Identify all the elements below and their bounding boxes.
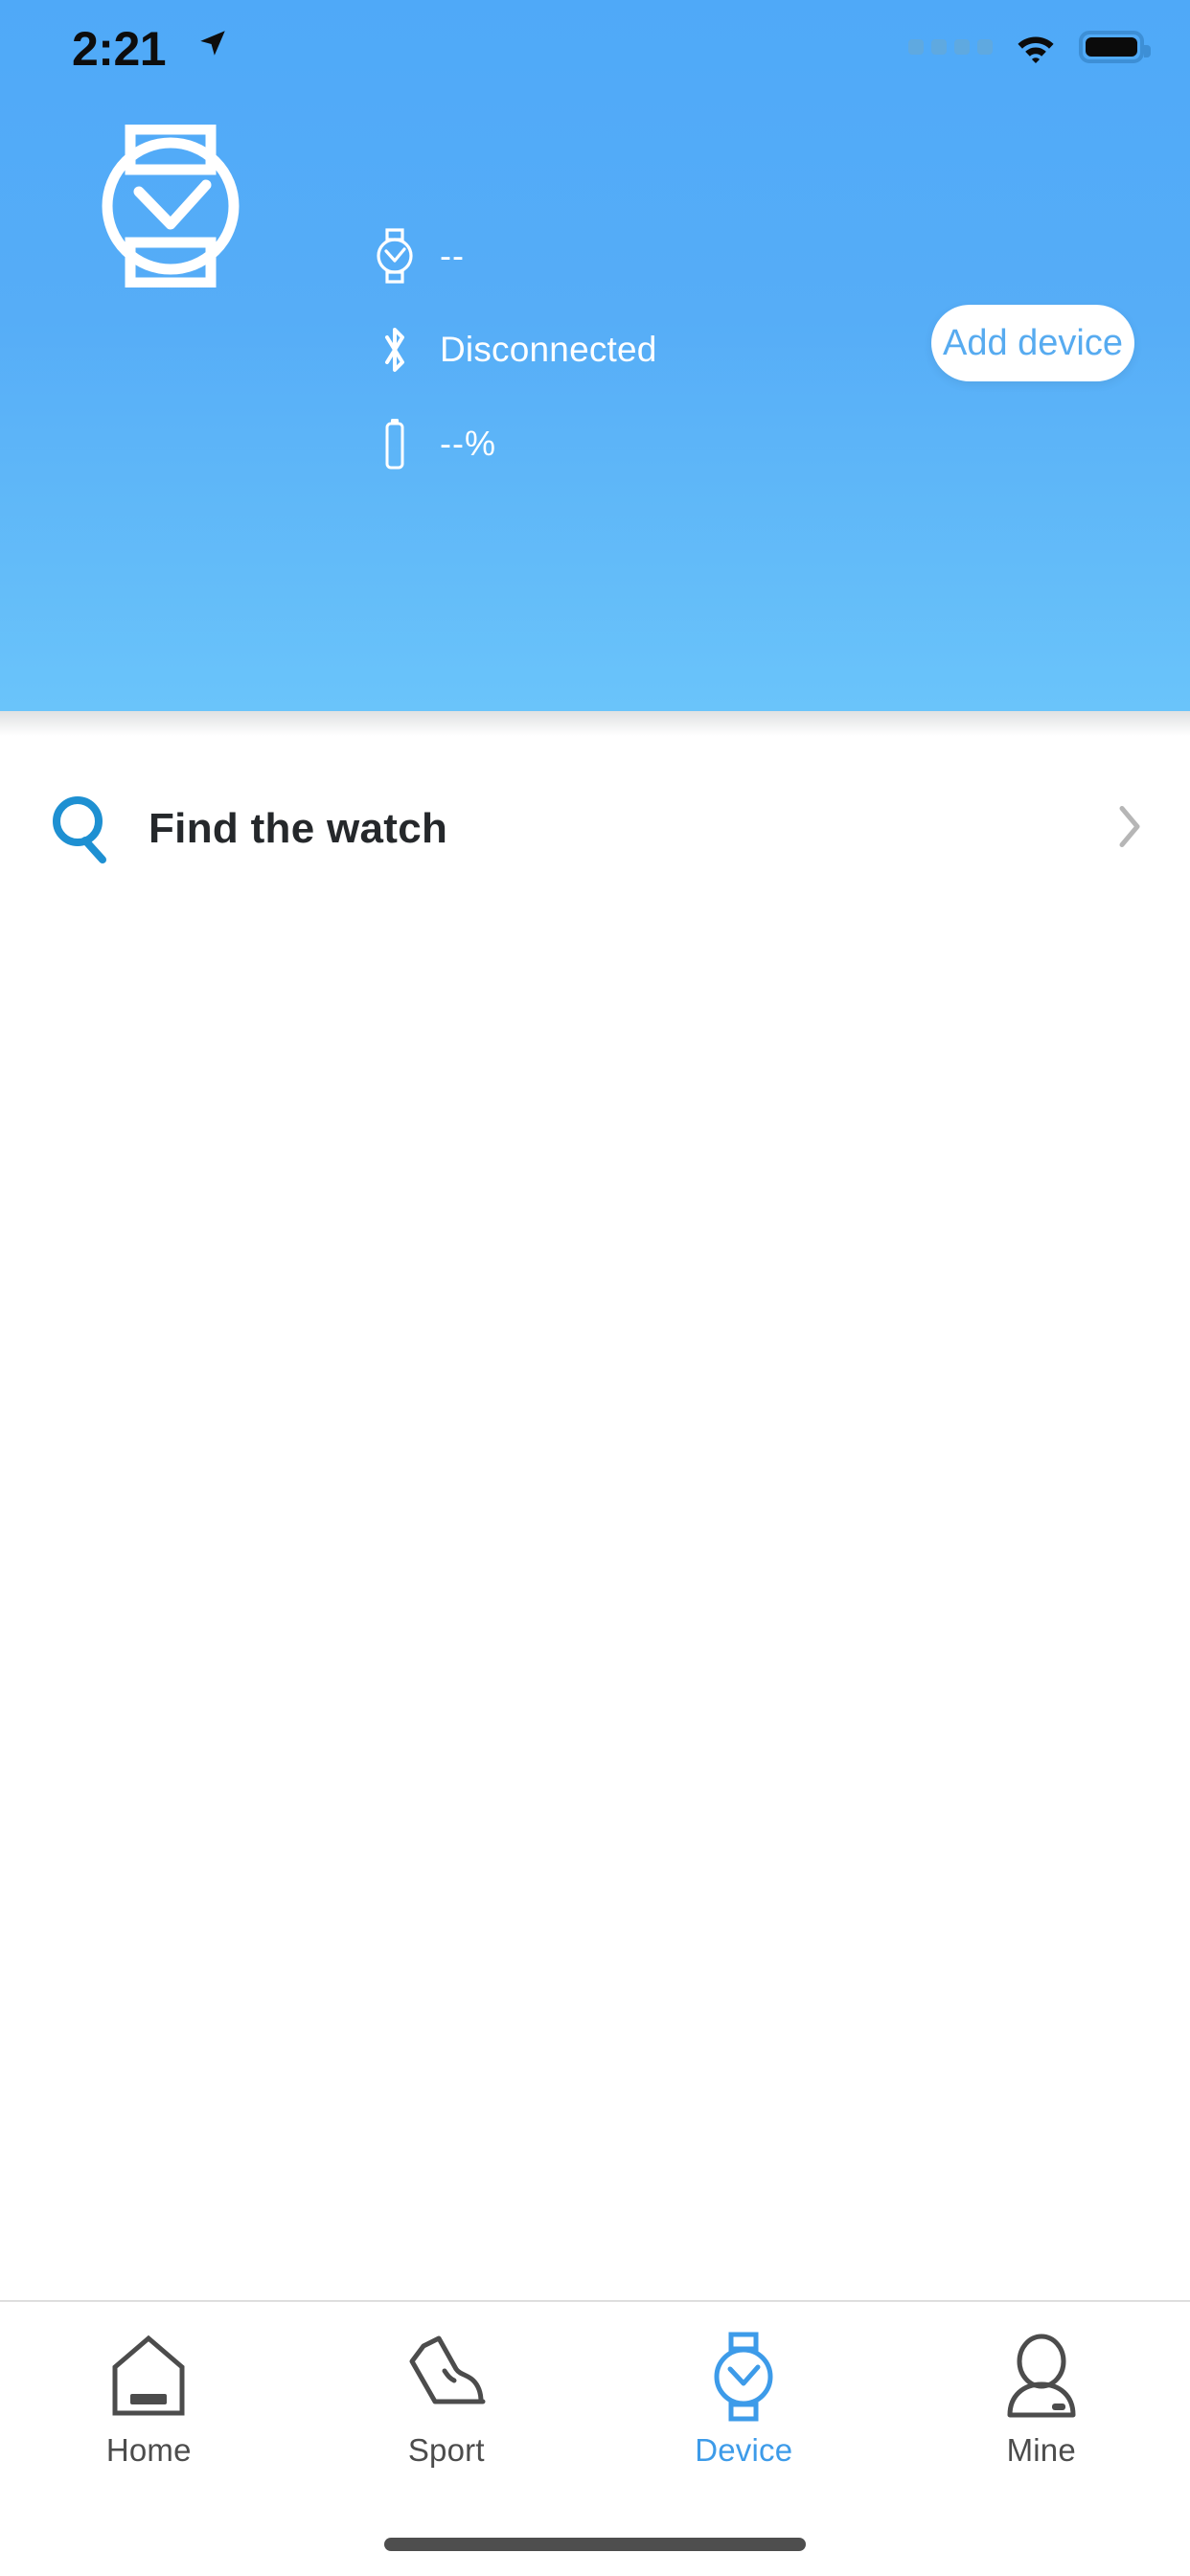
device-status-row-watch: --: [369, 222, 771, 289]
find-the-watch-row[interactable]: Find the watch: [0, 738, 1190, 920]
tab-device[interactable]: Device: [595, 2302, 893, 2498]
device-header: 2:21 -- Disconnected --% Add device: [0, 0, 1190, 711]
tab-sport-label: Sport: [407, 2432, 485, 2468]
add-device-label: Add device: [942, 322, 1123, 363]
signal-dots-icon: [908, 39, 993, 55]
device-status-row-battery: --%: [369, 410, 771, 477]
bottom-tab-bar: Home Sport Device Mine: [0, 2300, 1190, 2576]
person-icon: [998, 2331, 1085, 2423]
device-status-list: -- Disconnected --%: [369, 222, 771, 477]
device-status-row-bluetooth: Disconnected: [369, 316, 771, 383]
battery-status-value: --%: [440, 424, 496, 463]
find-the-watch-label: Find the watch: [149, 805, 448, 852]
empty-content-area: [0, 920, 1190, 2358]
tab-home-label: Home: [105, 2432, 192, 2468]
search-icon: [48, 794, 117, 863]
add-device-button[interactable]: Add device: [931, 305, 1134, 381]
watch-icon: [705, 2331, 782, 2423]
battery-icon: [369, 416, 421, 472]
header-shadow: [0, 711, 1190, 736]
bluetooth-status-value: Disconnected: [440, 330, 657, 369]
status-bar-time: 2:21: [72, 22, 167, 76]
tab-sport[interactable]: Sport: [298, 2302, 596, 2498]
battery-full-icon: [1079, 31, 1151, 63]
bluetooth-icon: [369, 322, 421, 378]
tab-home[interactable]: Home: [0, 2302, 298, 2498]
status-bar-indicators: [908, 29, 1151, 65]
location-arrow-icon: [196, 27, 229, 64]
app-screen: 2:21 -- Disconnected --% Add device Find…: [0, 0, 1190, 2576]
chevron-right-icon: [1117, 805, 1142, 854]
shoe-icon: [400, 2331, 492, 2423]
tab-device-label: Device: [695, 2432, 793, 2468]
watch-status-value: --: [440, 236, 465, 275]
tab-mine-label: Mine: [1006, 2432, 1076, 2468]
tab-mine[interactable]: Mine: [893, 2302, 1190, 2498]
watch-illustration: [60, 124, 281, 288]
home-indicator-bar: [384, 2538, 806, 2551]
wifi-icon: [1018, 36, 1054, 63]
watch-icon: [369, 228, 421, 284]
status-bar: 2:21: [0, 0, 1190, 96]
home-icon: [105, 2331, 192, 2423]
